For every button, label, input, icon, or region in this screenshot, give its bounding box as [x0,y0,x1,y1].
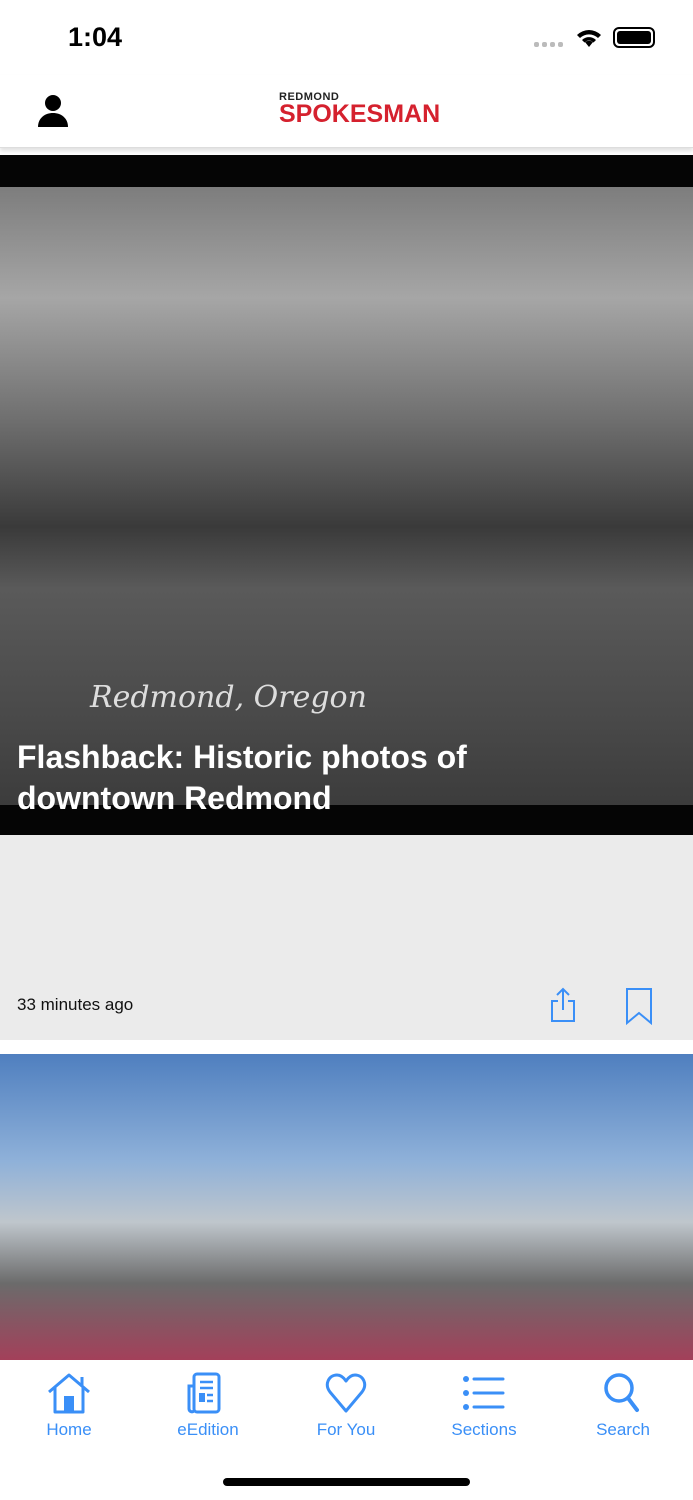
heart-icon [325,1373,367,1413]
share-icon[interactable] [548,987,578,1023]
bookmark-icon[interactable] [624,987,654,1025]
story-card-1[interactable]: Redmond, Oregon Flashback: Historic phot… [0,155,693,835]
home-indicator [223,1478,470,1486]
tab-search[interactable]: Search [568,1372,678,1440]
story-timestamp: 33 minutes ago [17,995,134,1014]
newspaper-icon [187,1372,221,1414]
wifi-icon [577,30,601,47]
app-header: REDMOND SPOKESMAN [0,75,693,148]
profile-icon[interactable] [36,93,70,127]
tab-label: eEdition [177,1420,239,1439]
tab-eedition[interactable]: eEdition [153,1372,263,1440]
tab-for-you[interactable]: For You [291,1372,401,1440]
tab-label: Sections [451,1420,517,1439]
tab-home[interactable]: Home [14,1372,124,1440]
story-card-2[interactable] [0,1054,693,1360]
photo-caption: Redmond, Oregon [90,680,367,715]
tab-label: Home [46,1420,92,1439]
tab-label: For You [316,1420,376,1439]
status-time: 1:04 [68,22,123,52]
logo-main: SPOKESMAN [279,100,441,128]
status-bar: 1:04 [0,0,693,75]
home-icon [48,1373,90,1414]
story-meta: 33 minutes ago [0,835,693,1040]
story-title[interactable]: Flashback: Historic photos of downtown R… [17,737,537,819]
battery-icon [613,27,655,48]
search-icon [604,1373,639,1412]
list-icon [463,1376,505,1410]
cellular-signal-icon [534,42,563,47]
tab-sections[interactable]: Sections [429,1372,539,1440]
tab-label: Search [596,1420,650,1439]
logo[interactable]: REDMOND SPOKESMAN [279,91,441,128]
